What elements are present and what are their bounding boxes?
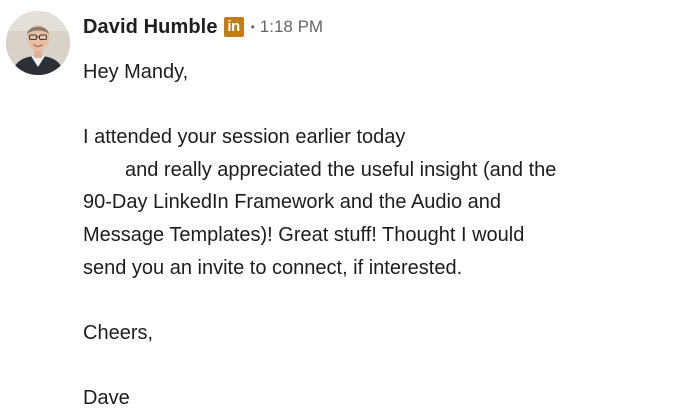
message-greeting: Hey Mandy, bbox=[83, 61, 189, 83]
message-line: Message Templates)! Great stuff! Thought… bbox=[83, 223, 525, 246]
avatar-photo-icon bbox=[6, 11, 70, 75]
sender-avatar[interactable] bbox=[6, 11, 70, 75]
message-line: I attended your session earlier today bbox=[83, 126, 406, 149]
separator-dot: • bbox=[250, 20, 255, 34]
message-line: send you an invite to connect, if intere… bbox=[83, 256, 463, 279]
message-line: and really appreciated the useful insigh… bbox=[125, 158, 557, 181]
message-item: David Humble in • 1:18 PM Hey Mandy, I a… bbox=[0, 0, 688, 419]
message-timestamp: 1:18 PM bbox=[259, 17, 324, 36]
message-signature: Dave bbox=[83, 386, 130, 409]
message-closing: Cheers, bbox=[83, 321, 154, 344]
message-body: Hey Mandy, I attended your session earli… bbox=[83, 56, 678, 415]
message-header: David Humble in • 1:18 PM bbox=[83, 14, 323, 40]
sender-name[interactable]: David Humble bbox=[83, 16, 218, 39]
linkedin-premium-icon: in bbox=[223, 17, 244, 37]
message-line: 90-Day LinkedIn Framework and the Audio … bbox=[83, 191, 502, 214]
